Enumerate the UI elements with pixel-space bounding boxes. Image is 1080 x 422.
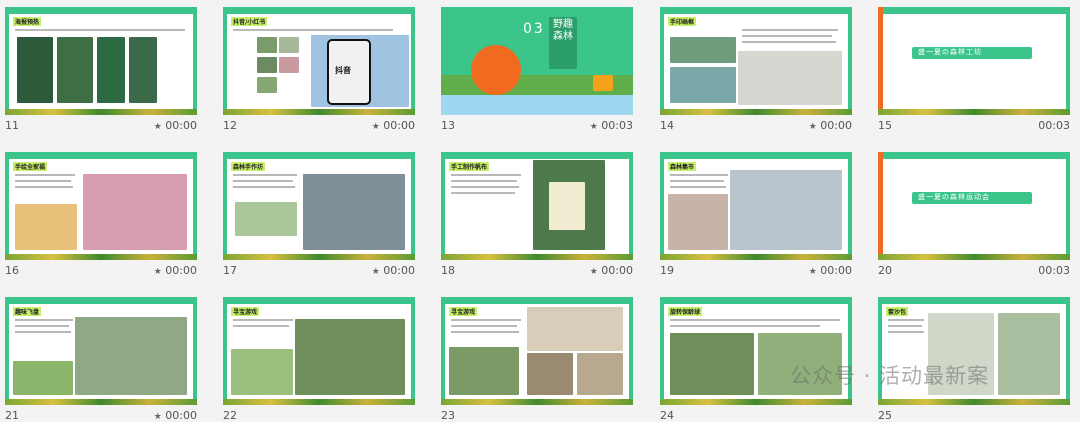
slide-duration: ★ 00:00 [153,264,197,277]
slide-number: 19 [660,264,674,277]
slide-duration: 00:03 [1038,264,1070,277]
star-icon: ★ [153,267,162,277]
slide-number: 23 [441,409,455,422]
star-icon: ★ [589,267,598,277]
slide-title: 海报预热 [13,17,42,26]
star-icon: ★ [808,267,817,277]
slide-duration: ★ 00:00 [589,264,633,277]
slide-number: 22 [223,409,237,422]
section-banner: 盛一夏の森林运动会 [892,186,1056,210]
tiktok-logo-text: 抖音 [335,66,351,75]
slide-duration: ★ 00:00 [808,119,852,132]
slide-number: 18 [441,264,455,277]
slide-duration: ★ 00:00 [153,119,197,132]
slide-duration: ★ 00:00 [808,264,852,277]
section-banner: 盛一夏の森林工坊 [892,41,1056,65]
slide-title: 手工制作帆布 [449,162,490,171]
section-number: 03 [523,21,545,37]
slide-duration: ★ 00:00 [371,264,415,277]
slide-number: 12 [223,119,237,132]
slide-title: 森林手作坊 [231,162,266,171]
slide-number: 20 [878,264,892,277]
slide-title: 手绘全家福 [13,162,48,171]
slide-number: 14 [660,119,674,132]
slide-number: 21 [5,409,19,422]
slide-title: 寻宝游戏 [449,307,478,316]
slide-number: 13 [441,119,455,132]
watermark: 公众号 · 活动最新案 [790,364,990,388]
star-icon: ★ [808,122,817,132]
slide-number: 16 [5,264,19,277]
slide-title: 抖音/小红书 [231,17,268,26]
star-icon: ★ [153,412,162,422]
star-icon: ★ [371,267,380,277]
slide-duration: ★ 00:03 [589,119,633,132]
slide-number: 11 [5,119,19,132]
slide-title: 套沙包 [886,307,909,316]
slide-duration: ★ 00:00 [153,409,197,422]
slide-title: 森林集市 [668,162,697,171]
star-icon: ★ [153,122,162,132]
section-title: 野趣森林 [553,19,573,42]
slide-title: 旋转保龄球 [668,307,703,316]
slide-number: 24 [660,409,674,422]
star-icon: ★ [589,122,598,132]
slide-number: 15 [878,119,892,132]
slide-number: 25 [878,409,892,422]
slide-number: 17 [223,264,237,277]
slide-title: 寻宝游戏 [231,307,260,316]
slide-title: 手印画框 [668,17,697,26]
star-icon: ★ [371,122,380,132]
slide-title: 趣味飞盘 [13,307,42,316]
slide-duration: 00:03 [1038,119,1070,132]
slide-duration: ★ 00:00 [371,119,415,132]
